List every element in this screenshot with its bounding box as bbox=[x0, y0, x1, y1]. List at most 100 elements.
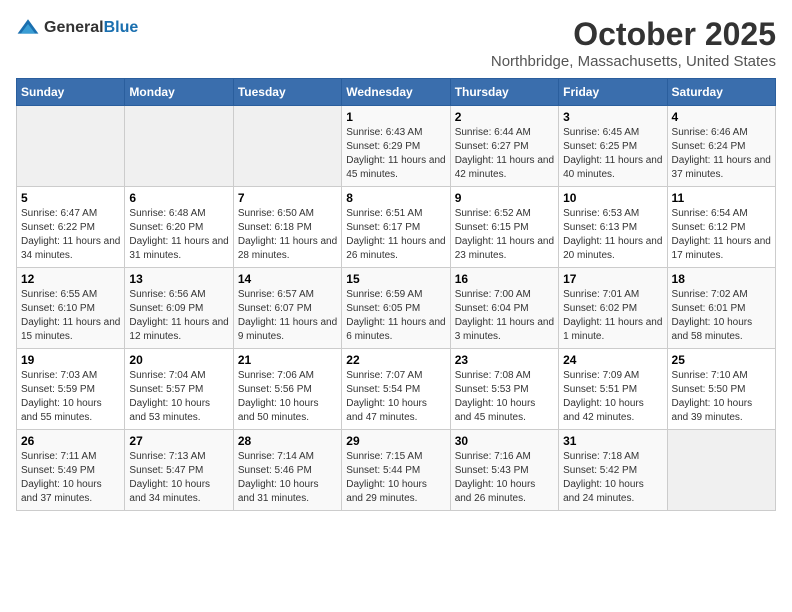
day-cell: 16Sunrise: 7:00 AMSunset: 6:04 PMDayligh… bbox=[450, 268, 558, 349]
day-info: Sunrise: 7:15 AMSunset: 5:44 PMDaylight:… bbox=[346, 450, 445, 506]
day-number: 19 bbox=[21, 353, 120, 367]
day-number: 20 bbox=[129, 353, 228, 367]
day-cell: 24 Sunrise: 7:09 AMSunset: 5:51 PMDayligh… bbox=[559, 349, 667, 430]
day-info: Sunrise: 6:48 AMSunset: 6:20 PMDaylight:… bbox=[129, 207, 228, 263]
day-cell: 28 Sunrise: 7:14 AMSunset: 5:46 PMDayligh… bbox=[233, 430, 341, 511]
day-number: 4 bbox=[672, 110, 771, 124]
logo-icon bbox=[16, 16, 40, 40]
day-info: Sunrise: 7:00 AMSunset: 6:04 PMDaylight:… bbox=[455, 288, 554, 344]
day-cell: 26Sunrise: 7:11 AMSunset: 5:49 PMDayligh… bbox=[17, 430, 125, 511]
day-info: Sunrise: 6:51 AMSunset: 6:17 PMDaylight:… bbox=[346, 207, 445, 263]
day-info: Sunrise: 6:47 AMSunset: 6:22 PMDaylight:… bbox=[21, 207, 120, 263]
calendar-table: SundayMondayTuesdayWednesdayThursdayFrid… bbox=[16, 78, 776, 511]
day-cell: 25 Sunrise: 7:10 AMSunset: 5:50 PMDayligh… bbox=[667, 349, 775, 430]
day-info: Sunrise: 6:45 AMSunset: 6:25 PMDaylight:… bbox=[563, 126, 662, 182]
day-number: 12 bbox=[21, 272, 120, 286]
week-row-0: 1 Sunrise: 6:43 AMSunset: 6:29 PMDaylight… bbox=[17, 106, 776, 187]
day-info: Sunrise: 7:14 AMSunset: 5:46 PMDaylight:… bbox=[238, 450, 337, 506]
day-cell bbox=[125, 106, 233, 187]
day-info: Sunrise: 7:07 AMSunset: 5:54 PMDaylight:… bbox=[346, 369, 445, 425]
day-cell: 3Sunrise: 6:45 AMSunset: 6:25 PMDaylight… bbox=[559, 106, 667, 187]
day-info: Sunrise: 7:02 AMSunset: 6:01 PMDaylight:… bbox=[672, 288, 771, 344]
day-cell: 19 Sunrise: 7:03 AMSunset: 5:59 PMDayligh… bbox=[17, 349, 125, 430]
day-number: 29 bbox=[346, 434, 445, 448]
day-info: Sunrise: 6:54 AMSunset: 6:12 PMDaylight:… bbox=[672, 207, 771, 263]
location-title: Northbridge, Massachusetts, United State… bbox=[491, 53, 776, 70]
day-cell: 11 Sunrise: 6:54 AMSunset: 6:12 PMDayligh… bbox=[667, 187, 775, 268]
day-number: 11 bbox=[672, 191, 771, 205]
day-number: 1 bbox=[346, 110, 445, 124]
column-header-saturday: Saturday bbox=[667, 79, 775, 106]
day-number: 23 bbox=[455, 353, 554, 367]
day-info: Sunrise: 7:06 AMSunset: 5:56 PMDaylight:… bbox=[238, 369, 337, 425]
day-number: 24 bbox=[563, 353, 662, 367]
day-number: 21 bbox=[238, 353, 337, 367]
day-cell: 22 Sunrise: 7:07 AMSunset: 5:54 PMDayligh… bbox=[342, 349, 450, 430]
day-info: Sunrise: 7:04 AMSunset: 5:57 PMDaylight:… bbox=[129, 369, 228, 425]
week-row-3: 19 Sunrise: 7:03 AMSunset: 5:59 PMDayligh… bbox=[17, 349, 776, 430]
day-cell: 1 Sunrise: 6:43 AMSunset: 6:29 PMDaylight… bbox=[342, 106, 450, 187]
day-number: 5 bbox=[21, 191, 120, 205]
day-number: 17 bbox=[563, 272, 662, 286]
day-number: 30 bbox=[455, 434, 554, 448]
day-number: 18 bbox=[672, 272, 771, 286]
day-cell: 27 Sunrise: 7:13 AMSunset: 5:47 PMDayligh… bbox=[125, 430, 233, 511]
day-number: 25 bbox=[672, 353, 771, 367]
day-number: 9 bbox=[455, 191, 554, 205]
day-cell: 18 Sunrise: 7:02 AMSunset: 6:01 PMDayligh… bbox=[667, 268, 775, 349]
day-cell bbox=[233, 106, 341, 187]
day-number: 14 bbox=[238, 272, 337, 286]
day-info: Sunrise: 7:10 AMSunset: 5:50 PMDaylight:… bbox=[672, 369, 771, 425]
day-cell: 4 Sunrise: 6:46 AMSunset: 6:24 PMDaylight… bbox=[667, 106, 775, 187]
day-cell: 13Sunrise: 6:56 AMSunset: 6:09 PMDayligh… bbox=[125, 268, 233, 349]
day-cell: 17 Sunrise: 7:01 AMSunset: 6:02 PMDayligh… bbox=[559, 268, 667, 349]
day-number: 22 bbox=[346, 353, 445, 367]
day-cell: 8Sunrise: 6:51 AMSunset: 6:17 PMDaylight… bbox=[342, 187, 450, 268]
week-row-1: 5 Sunrise: 6:47 AMSunset: 6:22 PMDaylight… bbox=[17, 187, 776, 268]
month-title: October 2025 bbox=[491, 16, 776, 53]
day-cell: 10Sunrise: 6:53 AMSunset: 6:13 PMDayligh… bbox=[559, 187, 667, 268]
day-info: Sunrise: 6:57 AMSunset: 6:07 PMDaylight:… bbox=[238, 288, 337, 344]
logo-text-blue: Blue bbox=[104, 19, 139, 36]
day-info: Sunrise: 6:46 AMSunset: 6:24 PMDaylight:… bbox=[672, 126, 771, 182]
day-info: Sunrise: 7:03 AMSunset: 5:59 PMDaylight:… bbox=[21, 369, 120, 425]
day-info: Sunrise: 6:52 AMSunset: 6:15 PMDaylight:… bbox=[455, 207, 554, 263]
day-info: Sunrise: 7:13 AMSunset: 5:47 PMDaylight:… bbox=[129, 450, 228, 506]
day-cell bbox=[667, 430, 775, 511]
column-header-friday: Friday bbox=[559, 79, 667, 106]
day-number: 2 bbox=[455, 110, 554, 124]
day-cell: 9 Sunrise: 6:52 AMSunset: 6:15 PMDaylight… bbox=[450, 187, 558, 268]
day-info: Sunrise: 6:44 AMSunset: 6:27 PMDaylight:… bbox=[455, 126, 554, 182]
day-cell: 29 Sunrise: 7:15 AMSunset: 5:44 PMDayligh… bbox=[342, 430, 450, 511]
calendar-header-row: SundayMondayTuesdayWednesdayThursdayFrid… bbox=[17, 79, 776, 106]
day-cell bbox=[17, 106, 125, 187]
day-info: Sunrise: 7:08 AMSunset: 5:53 PMDaylight:… bbox=[455, 369, 554, 425]
week-row-2: 12Sunrise: 6:55 AMSunset: 6:10 PMDayligh… bbox=[17, 268, 776, 349]
day-number: 26 bbox=[21, 434, 120, 448]
day-info: Sunrise: 6:53 AMSunset: 6:13 PMDaylight:… bbox=[563, 207, 662, 263]
column-header-sunday: Sunday bbox=[17, 79, 125, 106]
day-number: 6 bbox=[129, 191, 228, 205]
week-row-4: 26Sunrise: 7:11 AMSunset: 5:49 PMDayligh… bbox=[17, 430, 776, 511]
day-number: 15 bbox=[346, 272, 445, 286]
day-cell: 7Sunrise: 6:50 AMSunset: 6:18 PMDaylight… bbox=[233, 187, 341, 268]
day-cell: 6 Sunrise: 6:48 AMSunset: 6:20 PMDaylight… bbox=[125, 187, 233, 268]
column-header-tuesday: Tuesday bbox=[233, 79, 341, 106]
day-info: Sunrise: 7:09 AMSunset: 5:51 PMDaylight:… bbox=[563, 369, 662, 425]
day-number: 28 bbox=[238, 434, 337, 448]
day-info: Sunrise: 6:43 AMSunset: 6:29 PMDaylight:… bbox=[346, 126, 445, 182]
day-info: Sunrise: 6:50 AMSunset: 6:18 PMDaylight:… bbox=[238, 207, 337, 263]
day-info: Sunrise: 7:01 AMSunset: 6:02 PMDaylight:… bbox=[563, 288, 662, 344]
calendar-body: 1 Sunrise: 6:43 AMSunset: 6:29 PMDaylight… bbox=[17, 106, 776, 511]
day-cell: 23 Sunrise: 7:08 AMSunset: 5:53 PMDayligh… bbox=[450, 349, 558, 430]
day-cell: 14 Sunrise: 6:57 AMSunset: 6:07 PMDayligh… bbox=[233, 268, 341, 349]
day-cell: 5 Sunrise: 6:47 AMSunset: 6:22 PMDaylight… bbox=[17, 187, 125, 268]
day-cell: 20 Sunrise: 7:04 AMSunset: 5:57 PMDayligh… bbox=[125, 349, 233, 430]
day-number: 27 bbox=[129, 434, 228, 448]
day-cell: 30 Sunrise: 7:16 AMSunset: 5:43 PMDayligh… bbox=[450, 430, 558, 511]
day-info: Sunrise: 7:16 AMSunset: 5:43 PMDaylight:… bbox=[455, 450, 554, 506]
column-header-thursday: Thursday bbox=[450, 79, 558, 106]
day-cell: 21 Sunrise: 7:06 AMSunset: 5:56 PMDayligh… bbox=[233, 349, 341, 430]
page-header: GeneralBlue October 2025 Northbridge, Ma… bbox=[16, 16, 776, 70]
logo-text-general: General bbox=[44, 19, 104, 36]
